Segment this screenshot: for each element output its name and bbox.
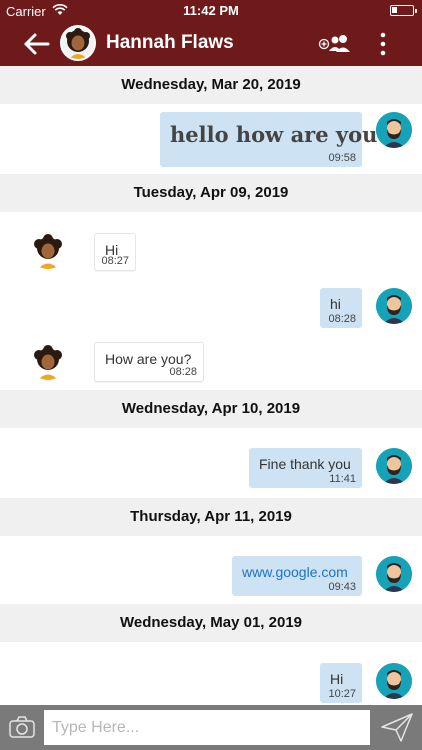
send-icon[interactable] [374,710,420,745]
message-time: 08:28 [328,313,356,325]
clock: 11:42 PM [183,3,239,18]
chat-header: Hannah Flaws [0,22,422,66]
message-text: hi [330,296,341,312]
contact-message-avatar [30,233,66,269]
message-time: 09:58 [328,152,356,164]
date-separator: Thursday, Apr 11, 2019 [0,498,422,536]
back-arrow-icon[interactable] [22,30,52,58]
my-avatar [376,663,412,699]
message-bubble-outgoing[interactable]: Fine thank you 11:41 [249,448,362,488]
message-bubble-outgoing[interactable]: Hi 10:27 [320,663,362,703]
message-list[interactable]: Wednesday, Mar 20, 2019 hello how are yo… [0,66,422,706]
contact-avatar[interactable] [60,25,96,61]
message-time: 08:28 [169,366,197,378]
date-separator: Tuesday, Apr 09, 2019 [0,174,422,212]
message-text: Hi [330,671,344,687]
contact-name: Hannah Flaws [106,32,234,53]
message-text: Fine thank you [259,456,351,472]
add-group-icon[interactable] [318,31,352,57]
date-separator: Wednesday, Apr 10, 2019 [0,390,422,428]
battery-icon [390,5,417,16]
my-avatar [376,556,412,592]
date-separator: Wednesday, May 01, 2019 [0,604,422,642]
message-input[interactable] [44,710,370,745]
date-separator: Wednesday, Mar 20, 2019 [0,66,422,104]
message-text: How are you? [105,351,192,367]
more-vertical-icon[interactable] [374,30,392,58]
status-bar: Carrier 11:42 PM [0,0,422,22]
composer-bar [0,705,422,750]
contact-message-avatar [30,344,66,380]
message-bubble-outgoing[interactable]: hi 08:28 [320,288,362,328]
my-avatar [376,288,412,324]
message-time: 09:43 [328,581,356,593]
message-time: 08:27 [101,255,129,267]
message-text: hello how are you [170,122,378,147]
message-bubble-outgoing[interactable]: hello how are you 09:58 [160,112,377,167]
message-bubble-incoming[interactable]: How are you? 08:28 [94,342,204,382]
camera-icon[interactable] [8,714,36,740]
message-time: 11:41 [329,473,356,485]
my-avatar [376,112,412,148]
message-link[interactable]: www.google.com [242,564,348,580]
message-time: 10:27 [328,688,356,700]
message-bubble-outgoing[interactable]: www.google.com 09:43 [232,556,362,596]
message-bubble-incoming[interactable]: Hi 08:27 [94,233,136,271]
my-avatar [376,448,412,484]
